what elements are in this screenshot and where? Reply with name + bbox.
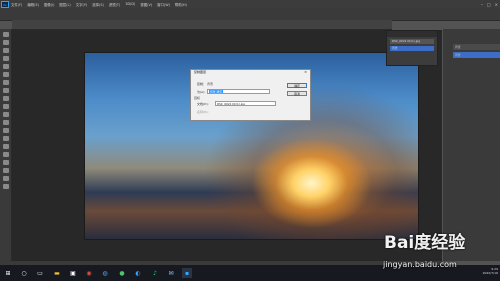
browser-icon[interactable]: ◍ — [100, 268, 110, 278]
dodge-tool-icon[interactable] — [2, 136, 9, 141]
wechat-icon[interactable]: ● — [117, 268, 127, 278]
ok-button[interactable]: 确定 — [287, 83, 307, 88]
layer-name-input[interactable]: 背景 拷贝 — [207, 89, 270, 94]
layer-row[interactable]: DSC_0021 IIC(1).jpg — [390, 39, 434, 44]
menu-bar: Ps 文件(F) 编辑(E) 图像(I) 图层(L) 文字(Y) 选择(S) 滤… — [0, 0, 500, 8]
crop-tool-icon[interactable] — [2, 64, 9, 69]
clock-date: 2020/7/16 — [482, 271, 498, 275]
task-view-icon[interactable]: ▭ — [35, 268, 45, 278]
qq-icon[interactable]: ◐ — [133, 268, 143, 278]
hand-tool-icon[interactable] — [2, 176, 9, 181]
move-tool-icon[interactable] — [2, 32, 9, 37]
baidu-watermark-logo: Bai度经验 — [384, 233, 466, 253]
menu-image[interactable]: 图像(I) — [44, 2, 54, 7]
history-brush-tool-icon[interactable] — [2, 104, 9, 109]
brush-tool-icon[interactable] — [2, 88, 9, 93]
quick-select-tool-icon[interactable] — [2, 56, 9, 61]
as-label: 为(A): — [197, 90, 206, 94]
menu-filter[interactable]: 滤镜(T) — [109, 2, 121, 7]
copy-label: 复制： — [197, 82, 207, 86]
menu-type[interactable]: 文字(Y) — [76, 2, 88, 7]
system-clock[interactable]: 9:29 2020/7/16 — [483, 267, 498, 275]
music-icon[interactable]: ♪ — [150, 268, 160, 278]
cancel-button[interactable]: 取消 — [287, 91, 307, 96]
window-controls: – □ × — [481, 0, 498, 8]
menu-3d[interactable]: 3D(D) — [125, 2, 135, 6]
zoom-tool-icon[interactable] — [2, 184, 9, 189]
menu-file[interactable]: 文件(F) — [11, 2, 22, 7]
target-section-label: 目标 — [194, 96, 201, 100]
healing-tool-icon[interactable] — [2, 80, 9, 85]
duplicate-layer-dialog: 复制图层 × 复制： 背景 为(A): 背景 拷贝 目标 文档(D): DSC_… — [190, 69, 311, 121]
document-select-value: DSC_0021 IIC(1).jpg — [217, 102, 246, 106]
text-tool-icon[interactable] — [2, 152, 9, 157]
floating-layers-panel: DSC_0021 IIC(1).jpg 背景 — [386, 30, 438, 66]
document-label: 文档(D): — [197, 102, 209, 106]
mail-icon[interactable]: ✉ — [166, 268, 176, 278]
maximize-button[interactable]: □ — [487, 2, 491, 7]
layer-name-value: 背景 拷贝 — [209, 90, 224, 94]
menu-select[interactable]: 选择(S) — [92, 2, 104, 7]
close-icon[interactable]: × — [304, 70, 307, 74]
marquee-tool-icon[interactable] — [2, 40, 9, 45]
document-tab[interactable] — [12, 20, 392, 30]
menu-edit[interactable]: 编辑(E) — [27, 2, 39, 7]
search-icon[interactable]: ○ — [19, 268, 29, 278]
panel-header[interactable] — [387, 31, 437, 37]
baidu-watermark-url: jingyan.baidu.com — [383, 260, 457, 269]
store-icon[interactable]: ▣ — [68, 268, 78, 278]
lasso-tool-icon[interactable] — [2, 48, 9, 53]
file-explorer-icon[interactable]: ▬ — [52, 268, 62, 278]
pen-tool-icon[interactable] — [2, 144, 9, 149]
blur-tool-icon[interactable] — [2, 128, 9, 133]
close-window-button[interactable]: × — [495, 2, 498, 7]
menu-layer[interactable]: 图层(L) — [59, 2, 70, 7]
chrome-icon[interactable]: ◉ — [84, 268, 94, 278]
minimize-button[interactable]: – — [481, 2, 483, 7]
right-layer-row-selected[interactable]: 背景 — [453, 52, 500, 58]
right-layers-list: 背景 背景 — [453, 42, 500, 72]
document-select[interactable]: DSC_0021 IIC(1).jpg — [215, 101, 276, 106]
photoshop-icon[interactable]: ▪ — [182, 268, 192, 278]
photoshop-app-icon: Ps — [1, 0, 9, 8]
path-select-tool-icon[interactable] — [2, 160, 9, 165]
eyedropper-tool-icon[interactable] — [2, 72, 9, 77]
eraser-tool-icon[interactable] — [2, 112, 9, 117]
gradient-tool-icon[interactable] — [2, 120, 9, 125]
menu-window[interactable]: 窗口(W) — [157, 2, 170, 7]
name-label: 名称(N): — [197, 110, 209, 114]
tools-panel — [0, 29, 12, 261]
right-layer-row[interactable]: 背景 — [453, 44, 500, 50]
menu-help[interactable]: 帮助(H) — [175, 2, 187, 7]
windows-logo-icon[interactable]: ⊞ — [3, 268, 13, 278]
stamp-tool-icon[interactable] — [2, 96, 9, 101]
dialog-title: 复制图层 — [191, 70, 310, 75]
shape-tool-icon[interactable] — [2, 168, 9, 173]
copy-value: 背景 — [207, 82, 214, 86]
layer-row-selected[interactable]: 背景 — [390, 46, 434, 51]
menu-view[interactable]: 视图(V) — [140, 2, 152, 7]
